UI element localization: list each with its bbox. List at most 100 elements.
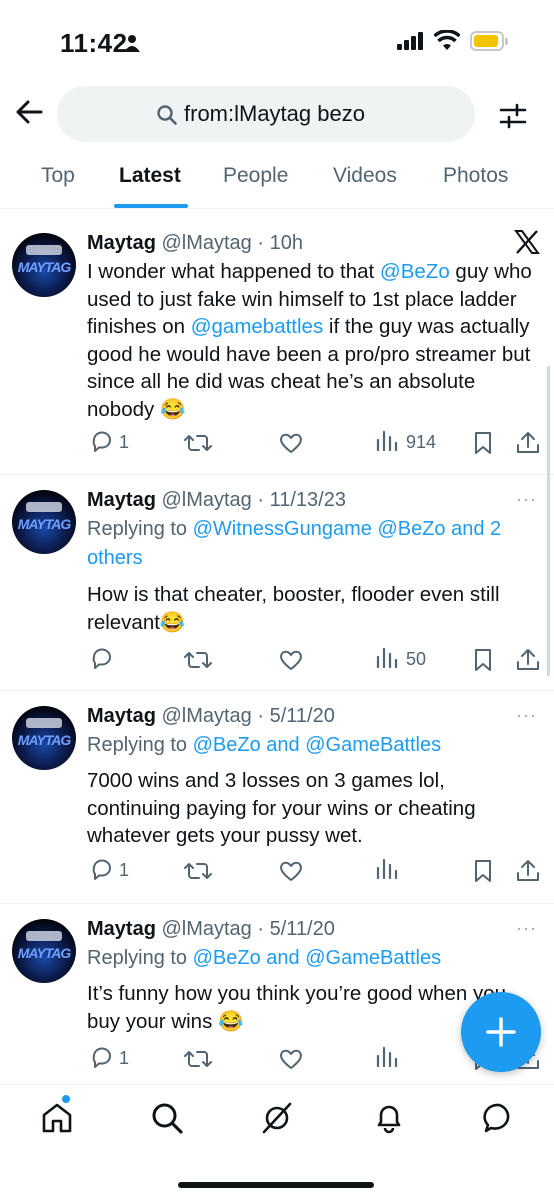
tweet-actions: 50 xyxy=(87,645,547,675)
like-icon[interactable] xyxy=(278,1044,304,1074)
person-icon xyxy=(124,35,140,52)
views-button[interactable]: 50 xyxy=(376,645,426,675)
handle-time: @lMaytag · 10h xyxy=(161,232,303,254)
views-icon xyxy=(376,647,398,669)
tweet-header: Maytag @lMaytag · 10h xyxy=(87,232,303,255)
mention-link[interactable]: @BeZo and @GameBattles xyxy=(193,947,442,969)
more-options-icon[interactable]: ··· xyxy=(516,918,537,939)
mention-link[interactable]: @BeZo xyxy=(380,260,450,283)
avatar-logo: MAYTAG xyxy=(17,516,72,532)
replying-to: Replying to @WitnessGungame @BeZo and 2 … xyxy=(87,518,502,569)
scrollbar[interactable] xyxy=(547,366,550,676)
compose-button[interactable] xyxy=(461,992,541,1072)
tweet[interactable]: MAYTAG Maytag @lMaytag · 11/13/23 ··· Re… xyxy=(0,475,554,691)
search-query: from:lMaytag bezo xyxy=(184,101,365,126)
tweet-text: I wonder what happened to that @BeZo guy… xyxy=(87,260,532,421)
compose-icon xyxy=(486,1017,516,1047)
battery-icon xyxy=(470,31,508,51)
more-options-icon[interactable]: ··· xyxy=(516,489,537,510)
tweet-text: How is that cheater, booster, flooder ev… xyxy=(87,583,500,634)
tweet[interactable]: MAYTAG Maytag @lMaytag · 5/11/20 ··· Rep… xyxy=(0,691,554,904)
bookmark-icon[interactable] xyxy=(471,645,495,675)
views-button[interactable] xyxy=(376,856,398,886)
replying-to: Replying to @BeZo and @GameBattles xyxy=(87,947,442,969)
views-count: 50 xyxy=(406,649,427,669)
tweet-header: Maytag @lMaytag · 11/13/23 xyxy=(87,489,346,512)
active-tab-indicator xyxy=(114,204,188,208)
search-input[interactable]: from:lMaytag bezo xyxy=(57,86,475,142)
like-icon[interactable] xyxy=(278,856,304,886)
reply-count: 1 xyxy=(119,860,130,880)
avatar-logo: MAYTAG xyxy=(17,259,72,275)
notifications-icon[interactable] xyxy=(372,1101,406,1135)
explore-icon[interactable] xyxy=(150,1101,184,1135)
reply-button[interactable]: 1 xyxy=(89,856,129,886)
avatar[interactable]: MAYTAG xyxy=(12,919,76,983)
tab-latest[interactable]: Latest xyxy=(119,164,181,188)
bottom-nav xyxy=(0,1084,554,1201)
author-name[interactable]: Maytag xyxy=(87,232,156,254)
reply-count: 1 xyxy=(119,432,130,452)
views-icon xyxy=(376,1046,398,1068)
tweet-actions: 1 xyxy=(87,856,547,886)
views-count: 914 xyxy=(406,432,437,452)
like-icon[interactable] xyxy=(278,428,304,458)
avatar[interactable]: MAYTAG xyxy=(12,233,76,297)
retweet-icon[interactable] xyxy=(184,428,212,458)
avatar[interactable]: MAYTAG xyxy=(12,490,76,554)
author-name[interactable]: Maytag xyxy=(87,705,156,727)
bookmark-icon[interactable] xyxy=(471,428,495,458)
search-tabs: Top Latest People Videos Photos xyxy=(0,160,554,209)
views-icon xyxy=(376,858,398,880)
reply-button[interactable]: 1 xyxy=(89,1044,129,1074)
share-icon[interactable] xyxy=(515,645,541,675)
retweet-icon[interactable] xyxy=(184,645,212,675)
filter-icon[interactable] xyxy=(498,101,528,131)
mention-link[interactable]: @BeZo and @GameBattles xyxy=(193,734,442,756)
views-button[interactable] xyxy=(376,1044,398,1074)
views-button[interactable]: 914 xyxy=(376,428,436,458)
home-icon[interactable] xyxy=(40,1101,74,1135)
handle-time: @lMaytag · 5/11/20 xyxy=(161,918,335,940)
tweet-header: Maytag @lMaytag · 5/11/20 xyxy=(87,705,335,728)
reply-count: 1 xyxy=(119,1048,130,1068)
tab-top[interactable]: Top xyxy=(41,164,75,188)
messages-icon[interactable] xyxy=(482,1101,516,1135)
tab-photos[interactable]: Photos xyxy=(443,164,508,188)
signal-icon xyxy=(397,32,423,50)
like-icon[interactable] xyxy=(278,645,304,675)
x-logo-icon xyxy=(514,230,540,254)
avatar-logo: MAYTAG xyxy=(17,945,72,961)
share-icon[interactable] xyxy=(515,428,541,458)
reply-icon xyxy=(92,859,111,880)
retweet-icon[interactable] xyxy=(184,856,212,886)
author-name[interactable]: Maytag xyxy=(87,489,156,511)
retweet-icon[interactable] xyxy=(184,1044,212,1074)
replying-to: Replying to @BeZo and @GameBattles xyxy=(87,734,442,756)
more-options-icon[interactable]: ··· xyxy=(516,705,537,726)
tab-videos[interactable]: Videos xyxy=(333,164,397,188)
grok-icon[interactable] xyxy=(260,1101,294,1135)
reply-button[interactable]: 1 xyxy=(89,428,129,458)
reply-button[interactable] xyxy=(89,645,115,675)
avatar-logo: MAYTAG xyxy=(17,732,72,748)
tweet-header: Maytag @lMaytag · 5/11/20 xyxy=(87,918,335,941)
bookmark-icon[interactable] xyxy=(471,856,495,886)
search-header: from:lMaytag bezo xyxy=(0,84,554,146)
home-indicator xyxy=(178,1182,374,1188)
reply-icon xyxy=(92,431,111,452)
notification-dot xyxy=(62,1095,70,1103)
tweet-text: 7000 wins and 3 losses on 3 games lol, c… xyxy=(87,769,476,847)
back-arrow-icon[interactable] xyxy=(14,97,44,127)
search-icon xyxy=(157,105,177,125)
views-icon xyxy=(376,430,398,452)
tweet[interactable]: MAYTAG Maytag @lMaytag · 10h I wonder wh… xyxy=(0,218,554,475)
status-time: 11:42 xyxy=(60,28,128,58)
reply-icon xyxy=(92,648,111,669)
tab-people[interactable]: People xyxy=(223,164,288,188)
share-icon[interactable] xyxy=(515,856,541,886)
author-name[interactable]: Maytag xyxy=(87,918,156,940)
status-bar: 11:42 xyxy=(0,0,554,84)
avatar[interactable]: MAYTAG xyxy=(12,706,76,770)
mention-link[interactable]: @gamebattles xyxy=(191,315,324,338)
